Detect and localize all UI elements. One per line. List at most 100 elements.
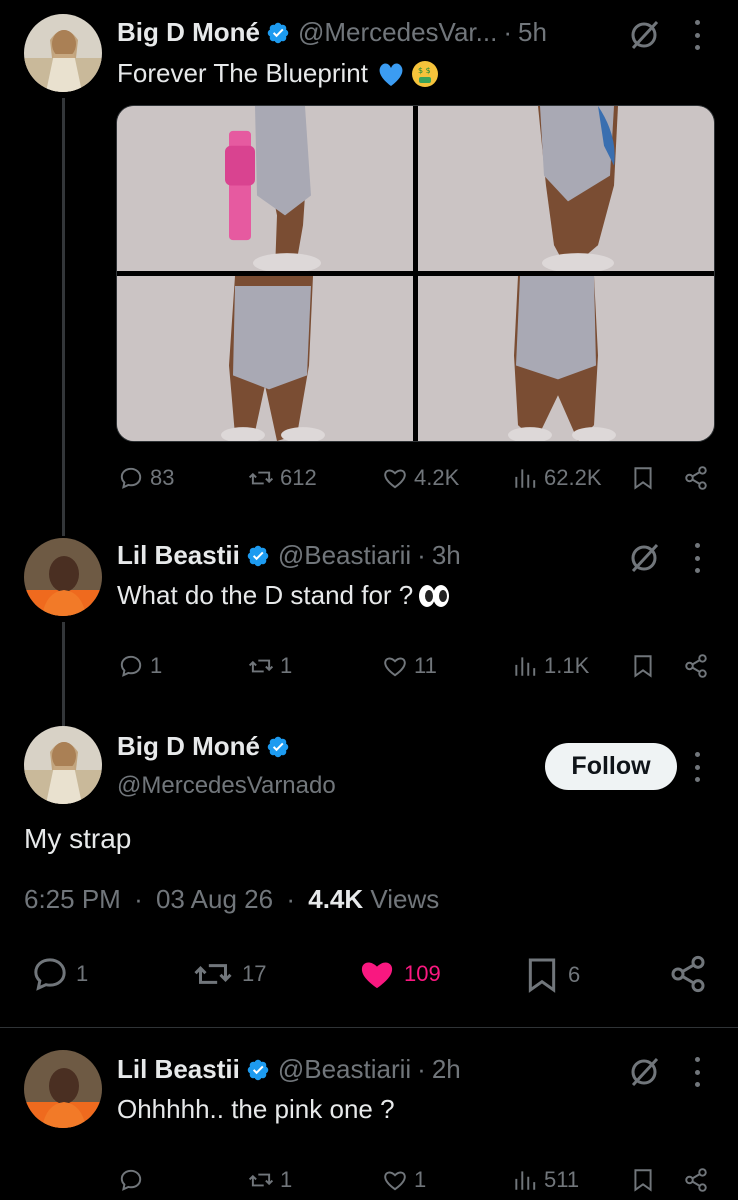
display-name[interactable]: Big D Moné [117,731,260,762]
media-image[interactable] [418,276,714,441]
bookmark-icon [634,1169,652,1192]
tweet-header: Big D Moné @MercedesVar... · 5h [117,17,547,48]
avatar[interactable] [24,538,102,616]
avatar[interactable] [24,14,102,92]
views-button[interactable]: 62.2K [512,465,602,491]
heart-filled-icon [361,962,393,989]
share-button[interactable] [683,1167,709,1193]
share-button[interactable] [668,954,708,994]
like-count: 11 [414,653,437,678]
repost-button[interactable]: 612 [248,465,317,491]
reply-button[interactable] [118,1167,150,1193]
share-icon [685,466,707,490]
tweet-text: My strap [24,823,132,854]
separator-dot: · [503,17,512,47]
reply-count: 1 [76,961,89,986]
separator-dot: · [417,540,426,570]
thread-line [62,622,65,726]
verified-badge-icon [267,22,289,43]
separator-dot: · [286,884,295,914]
bookmark-button[interactable] [630,653,656,679]
views-count: 62.2K [544,465,602,490]
tweet-text: Ohhhhh.. the pink one ? [117,1094,395,1125]
media-grid[interactable] [116,105,715,442]
display-name[interactable]: Big D Moné [117,17,260,48]
like-count: 4.2K [414,465,460,490]
reply-icon [120,1169,142,1191]
bookmark-button[interactable]: 6 [522,954,580,996]
avatar[interactable] [24,726,102,804]
display-name[interactable]: Lil Beastii [117,1054,240,1085]
verified-badge-icon [267,736,289,757]
bookmark-icon [634,467,652,490]
handle[interactable]: @Beastiarii [278,540,411,571]
reply-button[interactable]: 83 [118,465,174,491]
eyes-icon [419,584,450,607]
timestamp[interactable]: 2h [432,1054,461,1085]
handle[interactable]: @MercedesVarnado [117,772,336,800]
like-button[interactable]: 11 [382,653,437,679]
reply-button[interactable]: 1 [118,653,162,679]
repost-count: 1 [280,1167,293,1192]
grok-icon[interactable] [627,541,661,575]
views-icon [515,1171,536,1190]
share-icon [685,654,707,678]
views-icon [515,469,536,488]
follow-button[interactable]: Follow [545,743,677,790]
author-name-row: Big D Moné [117,731,298,762]
display-name[interactable]: Lil Beastii [117,540,240,571]
share-button[interactable] [683,465,709,491]
author-handle-row: @MercedesVarnado [117,772,336,800]
handle[interactable]: @MercedesVar... [298,17,497,48]
like-button[interactable]: 1 [382,1167,426,1193]
repost-button[interactable]: 1 [248,1167,292,1193]
like-button[interactable]: 109 [356,954,441,994]
views-button[interactable]: 1.1K [512,653,589,679]
blue-heart-icon [379,63,403,86]
tweet-text-content: What do the D stand for ? [117,580,414,610]
more-options-icon[interactable] [692,1057,702,1087]
like-button[interactable]: 4.2K [382,465,459,491]
repost-count: 612 [280,465,317,490]
bookmark-icon [634,655,652,678]
repost-button[interactable]: 17 [190,954,266,994]
reply-icon [120,655,142,677]
views-count: 1.1K [544,653,590,678]
grok-icon[interactable] [627,1055,661,1089]
media-image[interactable] [418,106,714,271]
repost-icon [248,659,274,673]
divider [0,1027,738,1028]
views-icon [515,657,536,676]
media-image[interactable] [117,276,413,441]
separator-dot: · [134,884,143,914]
more-options-icon[interactable] [692,20,702,50]
tweet-meta: 6:25 PM · 03 Aug 26 · 4.4K Views [24,884,439,915]
handle[interactable]: @Beastiarii [278,1054,411,1085]
heart-icon [384,469,406,489]
share-button[interactable] [683,653,709,679]
reply-button[interactable]: 1 [30,954,88,994]
heart-icon [384,657,406,677]
bookmark-button[interactable] [630,1167,656,1193]
views-count: 4.4K [308,884,364,914]
timestamp[interactable]: 5h [518,17,547,48]
post-time[interactable]: 6:25 PM [24,884,121,914]
avatar[interactable] [24,1050,102,1128]
like-count: 109 [404,961,441,986]
more-options-icon[interactable] [692,543,702,573]
verified-badge-icon [247,1059,269,1080]
repost-count: 1 [280,653,293,678]
repost-icon [248,471,274,485]
grok-icon[interactable] [627,18,661,52]
more-options-icon[interactable] [692,752,702,782]
bookmark-button[interactable] [630,465,656,491]
tweet-text-content: Ohhhhh.. the pink one ? [117,1094,395,1124]
like-count: 1 [414,1167,427,1192]
share-icon [671,955,705,993]
views-button[interactable]: 511 [512,1167,579,1193]
reply-icon [120,467,142,489]
repost-button[interactable]: 1 [248,653,292,679]
timestamp[interactable]: 3h [432,540,461,571]
post-date[interactable]: 03 Aug 26 [156,884,273,914]
media-image[interactable] [117,106,413,271]
